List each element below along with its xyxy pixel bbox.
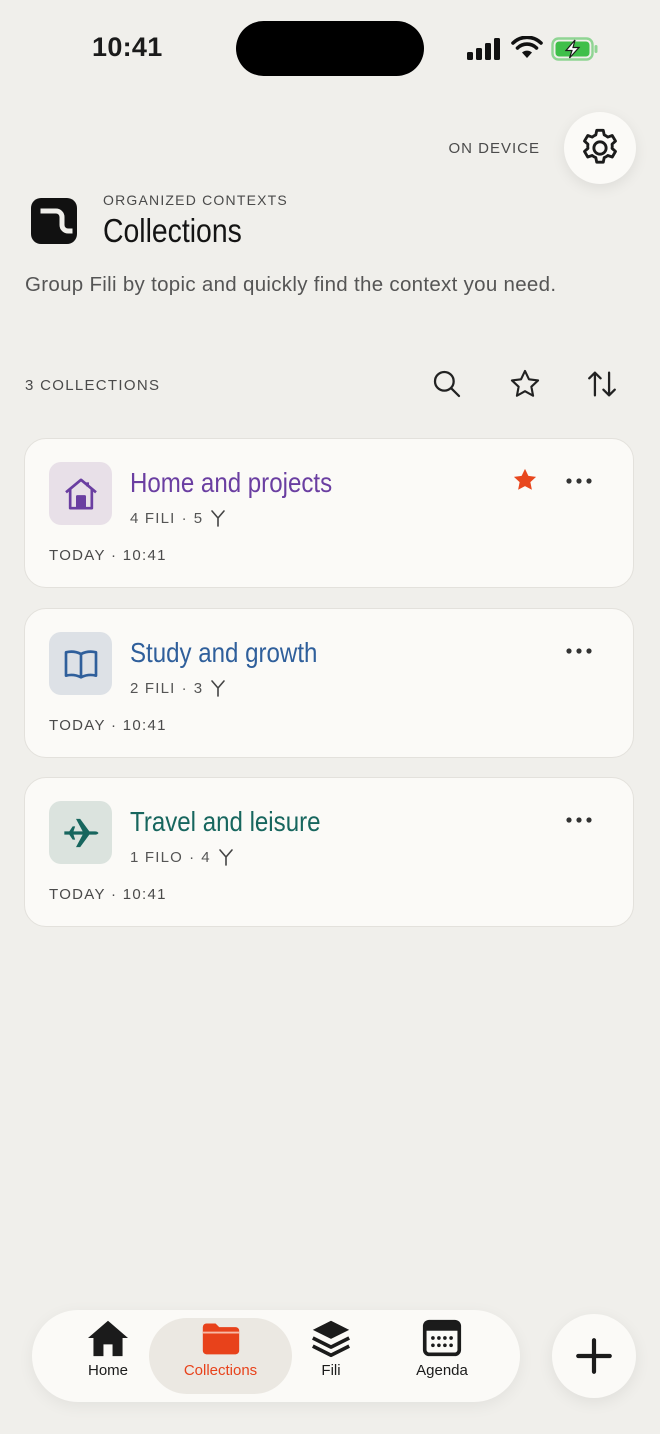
collection-meta: 1 FILO · 4	[130, 848, 235, 866]
wifi-icon	[511, 36, 543, 58]
favorites-filter-button[interactable]	[505, 364, 545, 404]
page-title: Collections	[103, 212, 242, 249]
collection-meta: 4 FILI · 5	[130, 509, 227, 527]
meta-separator: ·	[181, 679, 188, 697]
gear-icon	[583, 128, 617, 164]
collection-icon-tile	[49, 462, 112, 525]
plus-icon	[576, 1338, 612, 1374]
collection-title: Home and projects	[130, 467, 333, 498]
more-options-button[interactable]	[563, 810, 595, 830]
sort-arrows-icon	[588, 371, 616, 397]
collection-date: TODAY · 10:41	[49, 547, 167, 564]
more-horizontal-icon	[566, 648, 592, 654]
more-options-button[interactable]	[563, 641, 595, 661]
branch-count: 4	[201, 848, 211, 866]
page-subtitle: Group Fili by topic and quickly find the…	[25, 273, 557, 296]
star-filled-icon[interactable]	[511, 466, 539, 494]
status-time: 10:41	[92, 32, 163, 62]
collection-meta: 2 FILI · 3	[130, 679, 227, 697]
branch-count: 5	[193, 509, 204, 527]
more-horizontal-icon	[566, 478, 592, 484]
collection-icon-tile	[49, 632, 112, 695]
tab-home[interactable]: Home	[52, 1318, 164, 1394]
fili-count: 4 FILI	[130, 509, 176, 527]
more-options-button[interactable]	[563, 471, 595, 491]
page-eyebrow: ORGANIZED CONTEXTS	[103, 192, 288, 208]
branch-icon	[219, 849, 233, 866]
storage-location-label: ON DEVICE	[448, 140, 540, 157]
layers-icon	[312, 1320, 350, 1358]
fili-count: 2 FILI	[130, 679, 176, 697]
tab-fili[interactable]: Fili	[276, 1318, 386, 1394]
cellular-signal-icon	[467, 38, 500, 60]
airplane-icon	[63, 818, 98, 847]
meta-separator: ·	[181, 509, 188, 527]
more-horizontal-icon	[566, 817, 592, 823]
tab-collections[interactable]: Collections	[149, 1318, 292, 1394]
house-icon	[64, 478, 97, 509]
tab-home-label: Home	[87, 1362, 128, 1379]
search-button[interactable]	[427, 364, 467, 404]
folder-icon	[202, 1323, 239, 1355]
collection-icon-tile	[49, 801, 112, 864]
app-logo-icon	[31, 198, 77, 244]
collection-card[interactable]: Home and projects 4 FILI · 5 TODAY · 10:…	[24, 438, 634, 588]
tab-fili-label: Fili	[321, 1362, 341, 1379]
tab-agenda[interactable]: Agenda	[386, 1318, 498, 1394]
branch-count: 3	[193, 679, 204, 697]
collection-title: Travel and leisure	[130, 806, 321, 837]
calendar-icon	[422, 1319, 462, 1357]
search-icon	[433, 370, 461, 398]
tab-agenda-label: Agenda	[416, 1362, 468, 1379]
star-outline-icon	[510, 369, 540, 397]
collections-count: 3 COLLECTIONS	[25, 377, 161, 394]
collection-date: TODAY · 10:41	[49, 717, 167, 734]
home-icon	[88, 1320, 128, 1357]
settings-button[interactable]	[564, 112, 636, 184]
branch-icon	[211, 680, 226, 697]
collection-date: TODAY · 10:41	[49, 886, 167, 903]
tab-collections-label: Collections	[183, 1362, 258, 1379]
dynamic-island	[236, 21, 424, 76]
book-icon	[64, 649, 97, 679]
status-bar: 10:41	[0, 0, 660, 100]
collection-card[interactable]: Study and growth 2 FILI · 3 TODAY · 10:4…	[24, 608, 634, 758]
meta-separator: ·	[189, 848, 196, 866]
fili-count: 1 FILO	[130, 848, 184, 866]
bottom-tab-bar: Home Collections Fili Agenda	[32, 1310, 520, 1402]
collection-card[interactable]: Travel and leisure 1 FILO · 4 TODAY · 10…	[24, 777, 634, 927]
collection-title: Study and growth	[130, 637, 318, 668]
sort-button[interactable]	[582, 364, 622, 404]
branch-icon	[211, 510, 226, 527]
add-button[interactable]	[552, 1314, 636, 1398]
battery-charging-icon	[551, 37, 598, 61]
